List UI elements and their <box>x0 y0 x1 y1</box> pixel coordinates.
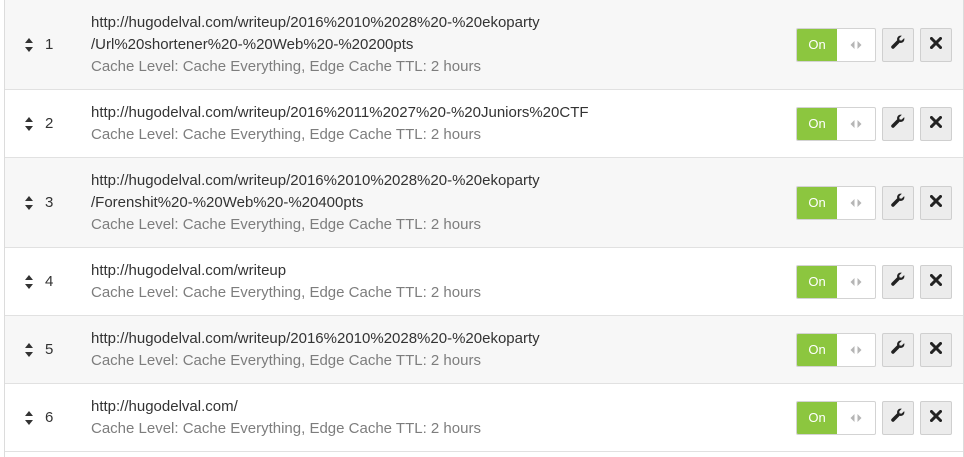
toggle-on-label: On <box>797 107 837 140</box>
edit-rule-button[interactable] <box>882 264 914 299</box>
edit-rule-button[interactable] <box>882 400 914 435</box>
toggle-on-label: On <box>797 333 837 366</box>
rule-url: http://hugodelval.com/writeup <box>91 261 287 279</box>
toggle-on-label: On <box>797 28 837 61</box>
delete-rule-button[interactable] <box>920 106 952 141</box>
rule-row: 4 http://hugodelval.com/writeup Cache Le… <box>5 248 963 316</box>
rule-toggle[interactable]: On <box>796 400 876 435</box>
rule-url: http://hugodelval.com/writeup/2016%2010%… <box>91 171 540 189</box>
delete-rule-button[interactable] <box>920 27 952 62</box>
toggle-grip-icon <box>837 108 875 140</box>
rule-row: 5 http://hugodelval.com/writeup/2016%201… <box>5 316 963 384</box>
toggle-on-label: On <box>797 186 837 219</box>
rule-url: http://hugodelval.com/writeup/2016%2011%… <box>91 103 589 121</box>
toggle-grip-icon <box>837 266 875 298</box>
delete-rule-button[interactable] <box>920 400 952 435</box>
rule-priority: 5 <box>45 340 54 358</box>
rule-priority: 3 <box>45 193 54 211</box>
close-icon <box>929 272 943 291</box>
rule-row: 1 http://hugodelval.com/writeup/2016%201… <box>5 0 963 90</box>
rule-content: http://hugodelval.com/writeup Cache Leve… <box>91 248 481 315</box>
edit-rule-button[interactable] <box>882 332 914 367</box>
rule-content: http://hugodelval.com/writeup/2016%2010%… <box>91 158 540 247</box>
rule-settings: Cache Level: Cache Everything, Edge Cach… <box>91 419 481 437</box>
toggle-grip-icon <box>837 29 875 61</box>
wrench-icon <box>890 34 906 55</box>
drag-handle-icon[interactable] <box>23 410 35 426</box>
toggle-grip-icon <box>837 402 875 434</box>
rule-row: 6 http://hugodelval.com/ Cache Level: Ca… <box>5 384 963 452</box>
rule-row: 2 http://hugodelval.com/writeup/2016%201… <box>5 90 963 158</box>
rule-settings: Cache Level: Cache Everything, Edge Cach… <box>91 283 481 301</box>
close-icon <box>929 193 943 212</box>
toggle-on-label: On <box>797 265 837 298</box>
drag-handle-icon[interactable] <box>23 274 35 290</box>
wrench-icon <box>890 113 906 134</box>
delete-rule-button[interactable] <box>920 264 952 299</box>
drag-handle-icon[interactable] <box>23 116 35 132</box>
rule-url: http://hugodelval.com/writeup/2016%2010%… <box>91 13 540 31</box>
rule-content: http://hugodelval.com/writeup/2016%2010%… <box>91 316 540 383</box>
rule-toggle[interactable]: On <box>796 264 876 299</box>
rule-toggle[interactable]: On <box>796 185 876 220</box>
drag-handle-icon[interactable] <box>23 342 35 358</box>
close-icon <box>929 114 943 133</box>
wrench-icon <box>890 271 906 292</box>
rule-settings: Cache Level: Cache Everything, Edge Cach… <box>91 125 481 143</box>
rule-url: http://hugodelval.com/writeup/2016%2010%… <box>91 329 540 347</box>
rule-content: http://hugodelval.com/ Cache Level: Cach… <box>91 384 481 451</box>
toggle-grip-icon <box>837 334 875 366</box>
rule-row: 3 http://hugodelval.com/writeup/2016%201… <box>5 158 963 248</box>
toggle-grip-icon <box>837 187 875 219</box>
rule-priority: 6 <box>45 408 54 426</box>
toggle-on-label: On <box>797 401 837 434</box>
rule-url-continued: /Url%20shortener%20-%20Web%20-%20200pts <box>91 35 414 53</box>
rule-url: http://hugodelval.com/ <box>91 397 238 415</box>
rule-settings: Cache Level: Cache Everything, Edge Cach… <box>91 215 481 233</box>
edit-rule-button[interactable] <box>882 185 914 220</box>
delete-rule-button[interactable] <box>920 185 952 220</box>
wrench-icon <box>890 339 906 360</box>
close-icon <box>929 35 943 54</box>
delete-rule-button[interactable] <box>920 332 952 367</box>
rule-url-continued: /Forenshit%20-%20Web%20-%20400pts <box>91 193 364 211</box>
wrench-icon <box>890 407 906 428</box>
close-icon <box>929 408 943 427</box>
rule-settings: Cache Level: Cache Everything, Edge Cach… <box>91 57 481 75</box>
rule-priority: 2 <box>45 114 54 132</box>
edit-rule-button[interactable] <box>882 27 914 62</box>
rule-content: http://hugodelval.com/writeup/2016%2011%… <box>91 90 589 157</box>
rule-toggle[interactable]: On <box>796 332 876 367</box>
rule-toggle[interactable]: On <box>796 106 876 141</box>
rule-priority: 4 <box>45 272 54 290</box>
rule-settings: Cache Level: Cache Everything, Edge Cach… <box>91 351 481 369</box>
edit-rule-button[interactable] <box>882 106 914 141</box>
rule-toggle[interactable]: On <box>796 27 876 62</box>
drag-handle-icon[interactable] <box>23 37 35 53</box>
drag-handle-icon[interactable] <box>23 195 35 211</box>
rule-priority: 1 <box>45 35 54 53</box>
close-icon <box>929 340 943 359</box>
page-rules-list: 1 http://hugodelval.com/writeup/2016%201… <box>4 0 964 457</box>
wrench-icon <box>890 192 906 213</box>
rule-content: http://hugodelval.com/writeup/2016%2010%… <box>91 0 540 89</box>
